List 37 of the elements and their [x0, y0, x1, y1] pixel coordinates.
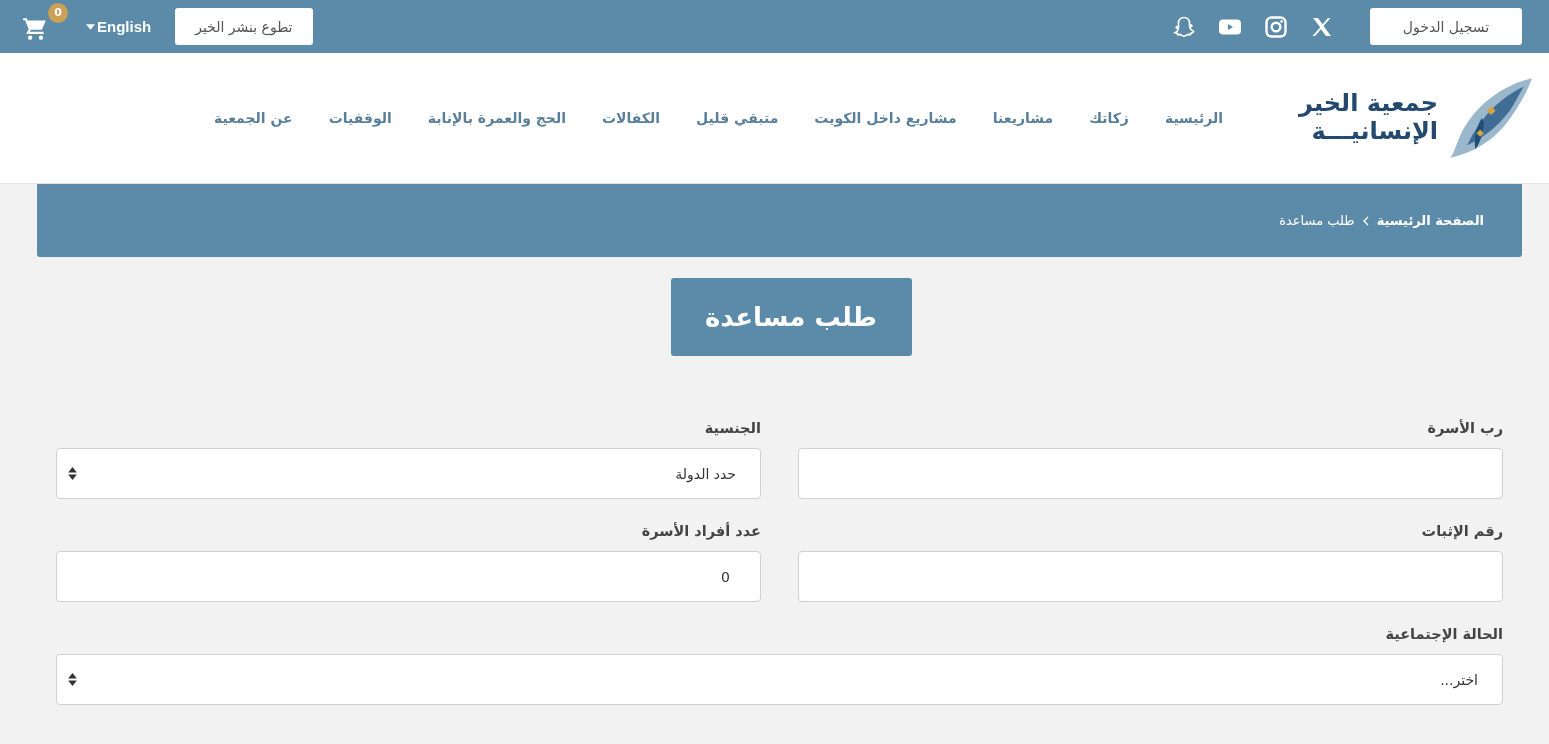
field-label: رقم الإثبات: [1420, 523, 1503, 539]
ghost-icon[interactable]: [1172, 14, 1196, 39]
page-title: طلب مساعدة: [670, 278, 912, 356]
cart-icon[interactable]: [22, 15, 48, 42]
text-input[interactable]: 0: [56, 551, 761, 602]
chevron-icon: [1362, 215, 1369, 226]
caret-icon: [86, 23, 95, 30]
instagram-icon[interactable]: [1264, 14, 1288, 39]
breadcrumb-link[interactable]: طلب مساعدة: [1279, 213, 1355, 228]
select-field[interactable]: حدد الدولة: [56, 448, 761, 499]
nav-link[interactable]: الحج والعمرة بالإنابة: [427, 110, 566, 126]
field-label: الحالة الإجتماعية: [1384, 626, 1503, 642]
nav-link[interactable]: عن الجمعية: [214, 110, 293, 126]
cart-count-badge: 0: [48, 2, 68, 23]
volunteer-button[interactable]: تطوع بنشر الخير: [175, 8, 313, 45]
sort-arrows-icon: [68, 467, 77, 480]
nav-link[interactable]: متبقي قليل: [696, 110, 779, 126]
login-button[interactable]: تسجيل الدخول: [1370, 8, 1522, 45]
field-label: الجنسية: [703, 420, 761, 436]
language-dropdown[interactable]: English: [86, 18, 152, 35]
field-label: رب الأسرة: [1426, 420, 1503, 436]
select-value: اختر...: [1440, 671, 1478, 688]
logo-title: جمعية الخير: [1299, 90, 1438, 118]
nav-link[interactable]: الوقفيات: [328, 110, 392, 126]
nav-link[interactable]: الكفالات: [602, 110, 661, 126]
nav-link[interactable]: الرئيسية: [1164, 110, 1224, 126]
select-value: حدد الدولة: [675, 465, 736, 482]
breadcrumb-link[interactable]: الصفحة الرئيسية: [1376, 213, 1484, 228]
text-input[interactable]: [798, 448, 1503, 499]
sort-arrows-icon: [68, 673, 77, 686]
select-field[interactable]: اختر...: [56, 654, 1503, 705]
logo-subtitle: الإنسانيـــة: [1310, 118, 1438, 146]
nav-link[interactable]: زكاتك: [1089, 110, 1129, 126]
text-input[interactable]: [798, 551, 1503, 602]
nav-link[interactable]: مشاريع داخل الكويت: [814, 110, 957, 126]
field-label: عدد أفراد الأسرة: [640, 523, 761, 539]
nav-link[interactable]: مشاريعنا: [992, 110, 1054, 126]
